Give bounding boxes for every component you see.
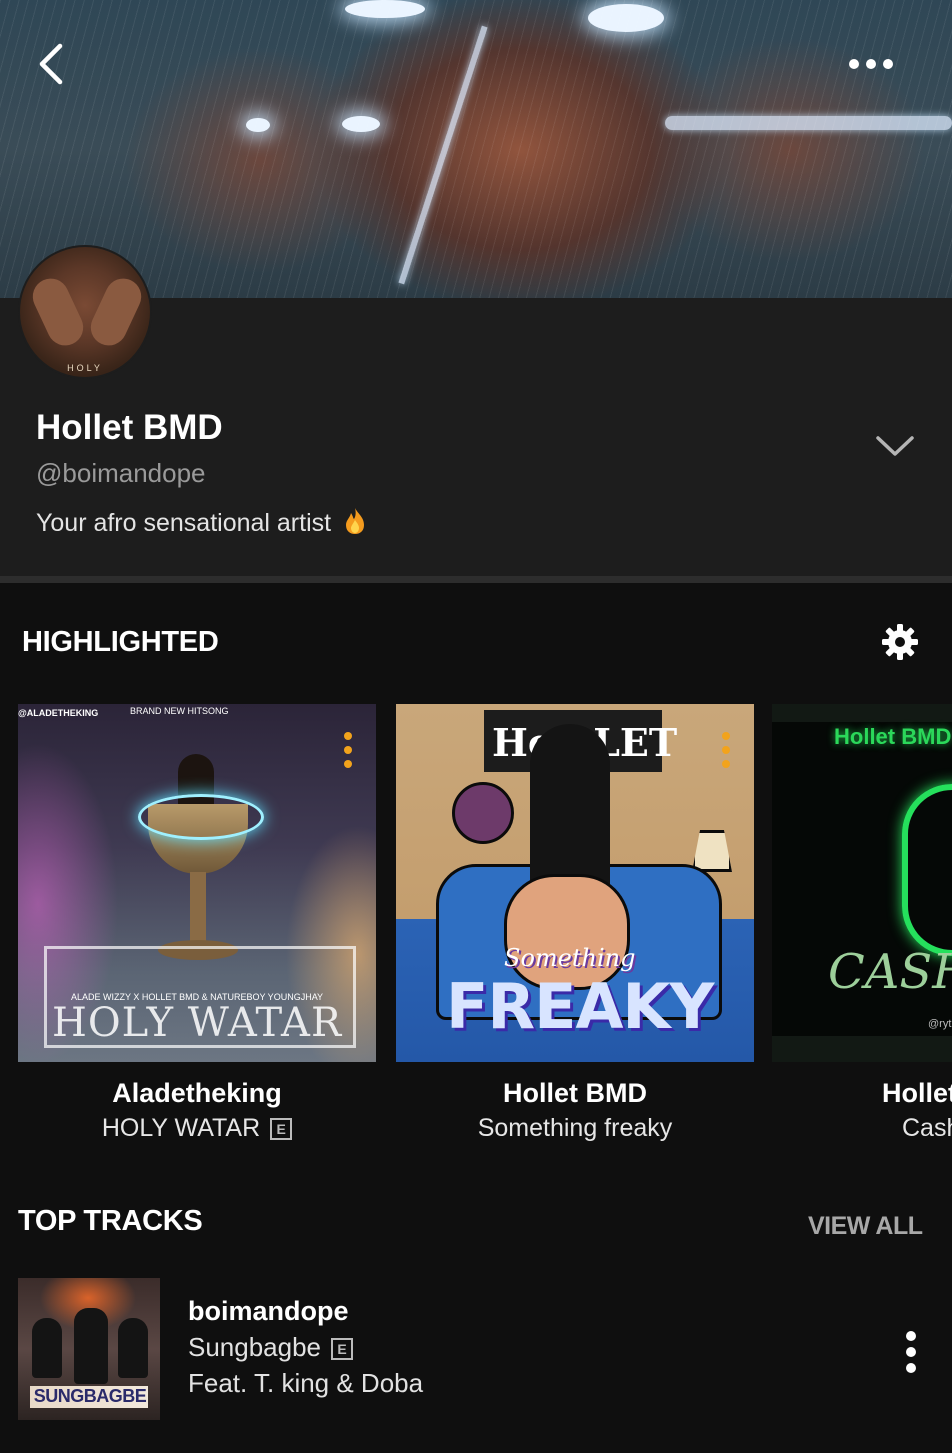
profile-banner [0, 0, 952, 298]
card-artist: Hollet BMD [503, 1078, 647, 1108]
section-title-highlighted: HIGHLIGHTED [22, 626, 219, 658]
chevron-left-icon[interactable] [30, 38, 74, 90]
cover-text: SUNGBAGBE [33, 1386, 147, 1406]
cover-art [74, 1308, 108, 1384]
more-horizontal-icon[interactable] [842, 46, 900, 82]
cover-text: @rythm [928, 1018, 952, 1030]
card-menu-icon[interactable] [720, 732, 732, 772]
cover-art [118, 1318, 148, 1378]
avatar-art [84, 272, 148, 352]
card-menu-icon[interactable] [342, 732, 354, 772]
card-title-text: Something freaky [477, 1114, 673, 1142]
highlight-card-clip: Hollet BMD CASH @rythm Hollet Cash [772, 704, 952, 1164]
track-title-text: Sungbagbe [188, 1332, 322, 1362]
track-featuring: Feat. T. king & Doba [188, 1368, 424, 1398]
cover-text: HOLY WATAR [51, 1000, 343, 1046]
chevron-down-icon[interactable] [874, 432, 916, 460]
album-cover: Ho LLET Something FREAKY [396, 704, 754, 1062]
cover-art [692, 830, 732, 872]
profile-name: Hollet BMD [36, 408, 223, 447]
fire-emoji-icon [346, 508, 365, 534]
track-row[interactable]: SUNGBAGBE boimandope Sungbagbe E Feat. T.… [0, 1276, 952, 1422]
gear-icon[interactable] [880, 622, 920, 662]
card-title: Cash [902, 1114, 952, 1143]
album-cover: @ALADETHEKING BRAND NEW HITSONG ALADE WI… [18, 704, 376, 1062]
cover-art [452, 782, 514, 844]
section-divider [0, 576, 952, 583]
card-title: HOLY WATAR E [18, 1114, 376, 1143]
avatar[interactable]: HOLY [18, 245, 152, 379]
highlight-card[interactable]: Ho LLET Something FREAKY Hollet BMD Some… [396, 704, 754, 1142]
album-cover: Hollet BMD CASH @rythm [772, 704, 952, 1062]
cover-art [190, 872, 206, 942]
more-vertical-icon[interactable] [896, 1330, 926, 1374]
avatar-art [26, 272, 90, 352]
track-cover: SUNGBAGBE [18, 1278, 160, 1420]
card-artist: Hollet [882, 1078, 952, 1108]
card-title-text: Cash [902, 1114, 952, 1142]
cover-art [32, 1318, 62, 1378]
cover-text: CASH [828, 944, 952, 1000]
card-artist: Aladetheking [112, 1078, 282, 1108]
card-title: Something freaky [396, 1114, 754, 1143]
cover-text: Something [504, 944, 636, 972]
explicit-badge: E [270, 1118, 293, 1140]
track-artist: boimandope [188, 1296, 349, 1326]
cover-art [902, 784, 952, 956]
highlight-card[interactable]: Hollet BMD CASH @rythm Hollet Cash [772, 704, 952, 1142]
card-title-text: HOLY WATAR [101, 1114, 261, 1142]
cover-text: FREAKY [446, 970, 714, 1043]
profile-handle: @boimandope [36, 458, 206, 488]
highlight-card[interactable]: @ALADETHEKING BRAND NEW HITSONG ALADE WI… [18, 704, 376, 1142]
cover-text: @ALADETHEKING [18, 708, 99, 718]
cover-text: BRAND NEW HITSONG [130, 706, 229, 716]
profile-bio-text: Your afro sensational artist [36, 509, 332, 537]
cover-text: Hollet BMD [834, 724, 952, 749]
avatar-text: HOLY [67, 363, 103, 373]
section-title-top-tracks: TOP TRACKS [18, 1205, 203, 1237]
explicit-badge: E [331, 1338, 354, 1360]
view-all-link[interactable]: VIEW ALL [808, 1212, 923, 1241]
banner-rain-overlay [0, 0, 952, 298]
profile-bio: Your afro sensational artist [36, 507, 366, 538]
track-title: Sungbagbe E [188, 1332, 354, 1363]
cover-art [138, 794, 264, 840]
